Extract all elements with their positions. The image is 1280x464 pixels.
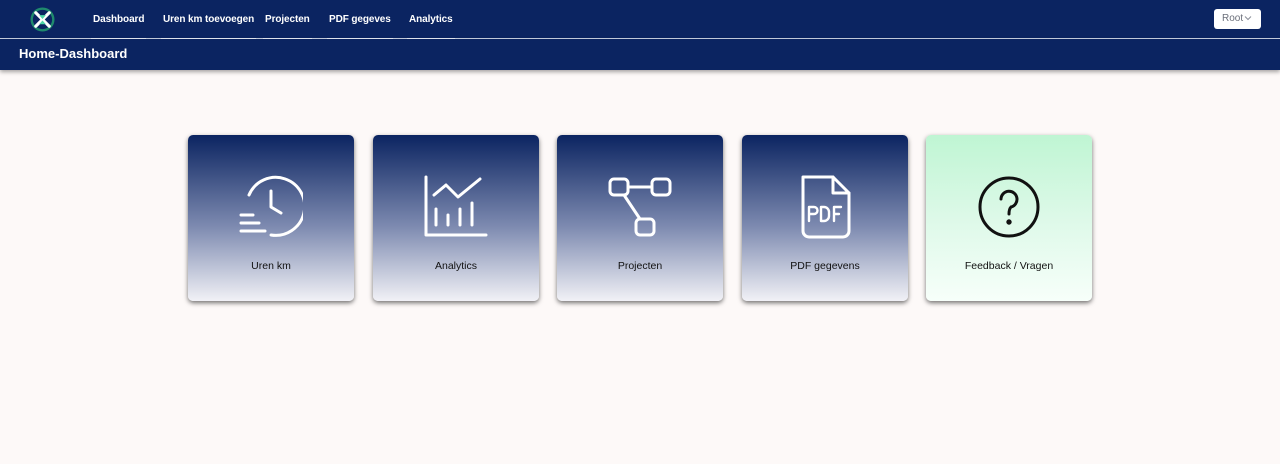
tile-projecten[interactable]: Projecten <box>557 135 723 301</box>
page-header: Home-Dashboard <box>0 39 1280 70</box>
tile-analytics-label: Analytics <box>434 260 477 272</box>
tile-uren-km-label: Uren km <box>251 260 291 272</box>
question-circle-icon <box>978 176 1040 238</box>
clock-fast-icon <box>239 175 303 237</box>
tile-feedback-vragen[interactable]: Feedback / Vragen <box>926 135 1092 301</box>
nav-pdf-gegeves[interactable]: PDF gegeves <box>327 0 393 39</box>
tile-projecten-label: Projecten <box>617 260 663 272</box>
hourglass-x-logo-icon[interactable] <box>30 7 55 32</box>
page-title: Home-Dashboard <box>19 46 128 61</box>
nav-analytics-label: Analytics <box>409 14 453 25</box>
top-navbar: Dashboard Uren km toevoegen Projecten PD… <box>0 0 1280 39</box>
tile-analytics[interactable]: Analytics <box>373 135 539 301</box>
tile-pdf-gegevens-label: PDF gegevens <box>790 260 860 272</box>
nav-projecten[interactable]: Projecten <box>263 0 312 39</box>
nav-analytics[interactable]: Analytics <box>407 0 455 39</box>
flow-nodes-icon <box>608 177 672 237</box>
user-select-value: Root <box>1222 13 1244 24</box>
user-select[interactable]: Root <box>1214 9 1261 29</box>
tile-uren-km[interactable]: Uren km <box>188 135 354 301</box>
pdf-file-icon <box>801 175 851 239</box>
chevron-down-icon <box>1244 16 1252 21</box>
nav-pdf-gegeves-label: PDF gegeves <box>329 14 391 25</box>
nav-uren-km-toevoegen-label: Uren km toevoegen <box>163 14 255 25</box>
tile-pdf-gegevens[interactable]: PDF gegevens <box>742 135 908 301</box>
nav-uren-km-toevoegen[interactable]: Uren km toevoegen <box>161 0 257 39</box>
nav-projecten-label: Projecten <box>265 14 310 25</box>
tile-feedback-vragen-label: Feedback / Vragen <box>964 260 1054 272</box>
nav-dashboard-label: Dashboard <box>93 14 145 25</box>
nav-dashboard[interactable]: Dashboard <box>91 0 147 39</box>
bar-line-chart-icon <box>424 175 488 237</box>
